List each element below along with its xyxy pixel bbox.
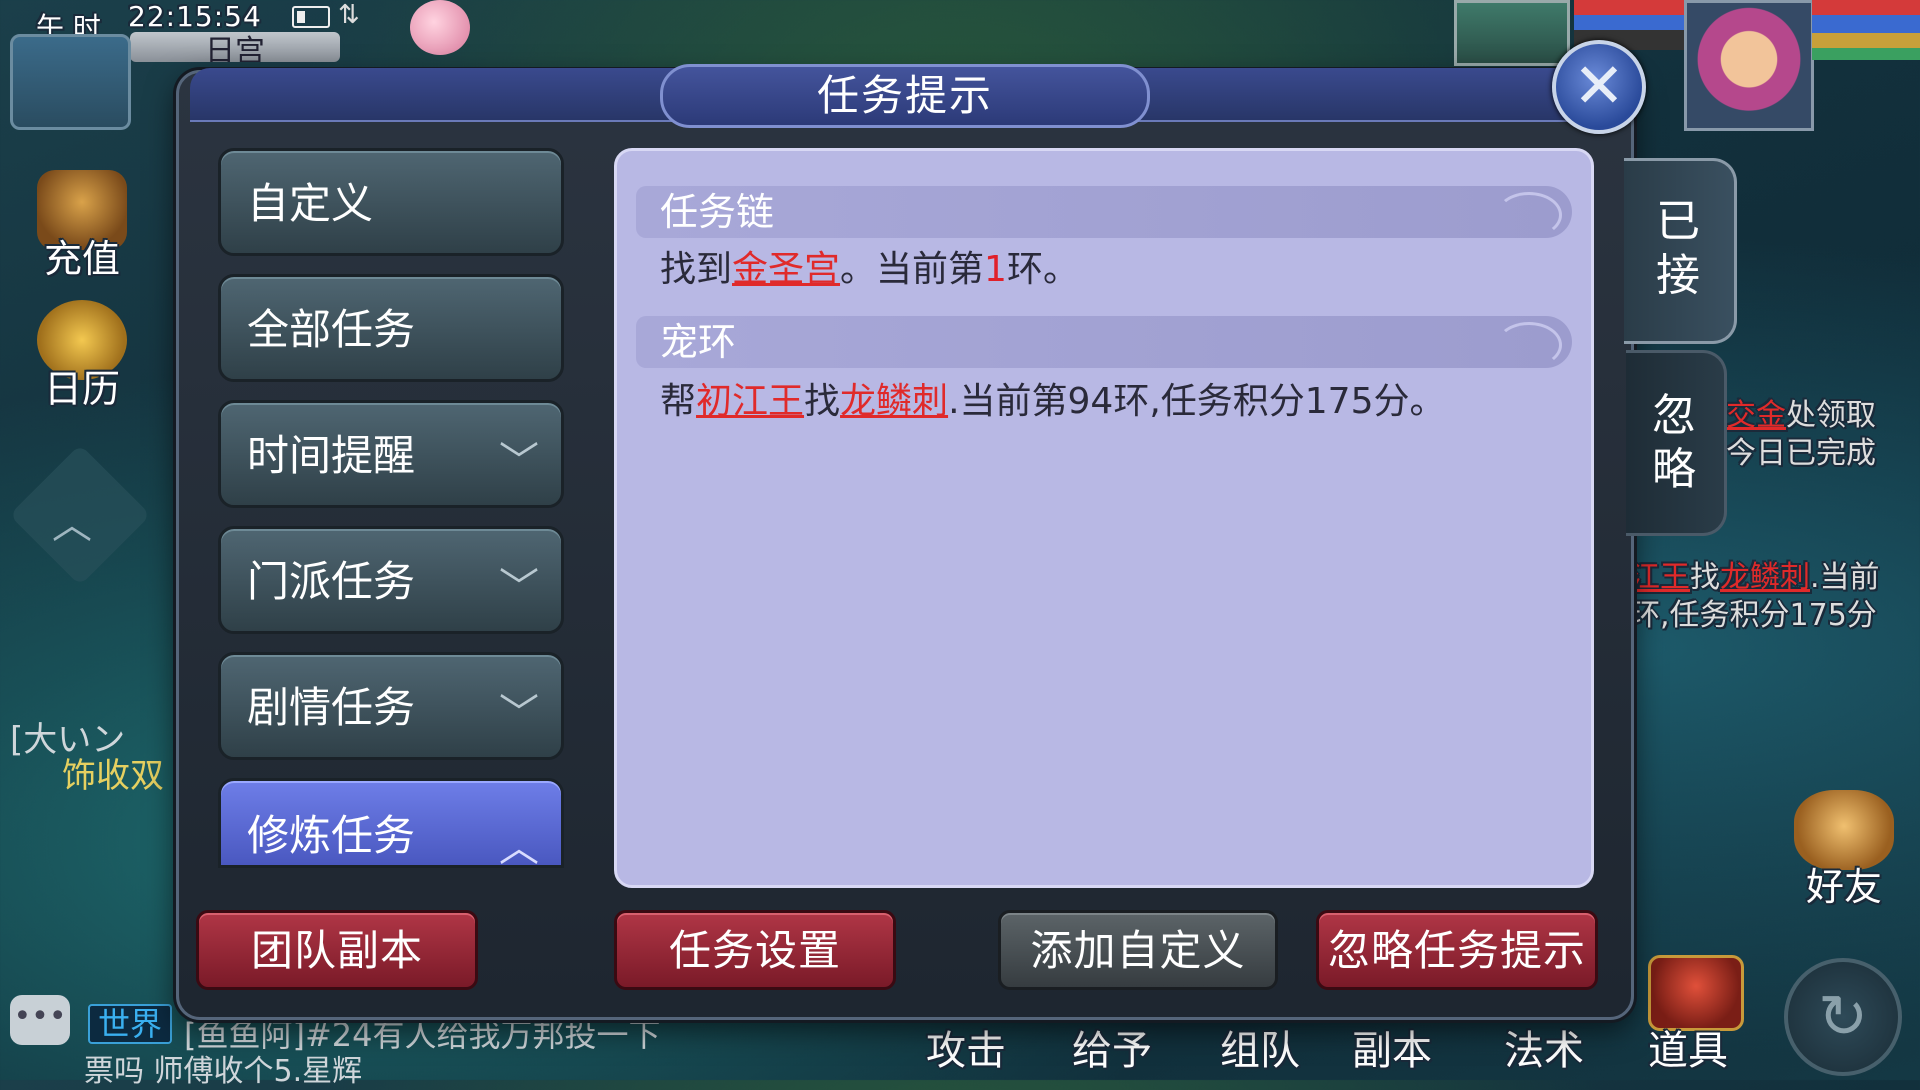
calendar-label: 日历	[43, 367, 120, 411]
dialog-title: 任务提示	[816, 71, 993, 120]
category-label: 自定义	[247, 179, 374, 228]
chevron-down-icon: ﹀	[499, 565, 539, 611]
close-icon: ✕	[1573, 49, 1625, 122]
section-title: 宠环	[660, 320, 737, 364]
add-custom-button[interactable]: 添加自定义	[998, 910, 1278, 990]
minimap-button[interactable]	[10, 34, 131, 130]
category-custom[interactable]: 自定义	[218, 148, 564, 256]
swirl-ornament-icon	[1496, 322, 1562, 368]
item-link[interactable]: 龙鳞刺	[840, 381, 948, 422]
chevron-up-icon: ︿	[52, 502, 92, 548]
section-header: 任务链	[636, 186, 1572, 238]
give-button[interactable]: 给予	[1072, 1018, 1152, 1076]
tab-ignored[interactable]: 忽略	[1626, 350, 1727, 536]
npc-link[interactable]: 初江王	[696, 381, 804, 422]
dialog-title-plate: 任务提示	[660, 64, 1150, 128]
category-label: 修炼任务	[247, 811, 416, 860]
category-all-tasks[interactable]: 全部任务	[218, 274, 564, 382]
task-description: 帮初江王找龙鳞刺.当前第94环,任务积分175分。	[660, 381, 1446, 422]
items-button[interactable]: 道具	[1648, 1018, 1728, 1076]
peach-icon[interactable]	[410, 0, 470, 55]
chat-bubble-icon[interactable]: •••	[10, 995, 70, 1045]
calendar-button[interactable]: 日历	[22, 300, 142, 420]
close-button[interactable]: ✕	[1552, 40, 1646, 134]
tracker-line: 环,任务积分175分	[1630, 598, 1877, 633]
chevron-down-icon: ﹀	[499, 439, 539, 485]
category-label: 全部任务	[247, 305, 416, 354]
chevron-down-icon: ﹀	[499, 691, 539, 737]
category-label: 门派任务	[247, 557, 416, 606]
task-description: 找到金圣宫。当前第1环。	[660, 249, 1079, 290]
category-training-tasks[interactable]: 修炼任务 ︿	[218, 778, 564, 871]
tab-accepted[interactable]: 已接	[1624, 158, 1737, 344]
swirl-ornament-icon	[1496, 192, 1562, 238]
friends-button[interactable]: 好友	[1784, 790, 1904, 920]
category-school-tasks[interactable]: 门派任务 ﹀	[218, 526, 564, 634]
category-time-reminder[interactable]: 时间提醒 ﹀	[218, 400, 564, 508]
ignore-task-tips-button[interactable]: 忽略任务提示	[1316, 910, 1598, 990]
player-status-bars	[1812, 0, 1920, 60]
pet-portrait[interactable]	[1454, 0, 1570, 66]
world-channel-tag[interactable]: 世界	[88, 1004, 172, 1044]
category-story-tasks[interactable]: 剧情任务 ﹀	[218, 652, 564, 760]
section-header: 宠环	[636, 316, 1572, 368]
magic-button[interactable]: 法术	[1504, 1018, 1584, 1076]
recharge-label: 充值	[43, 237, 120, 281]
tracker-line: 今日已完成	[1726, 436, 1876, 471]
team-dungeon-button[interactable]: 团队副本	[196, 910, 478, 990]
world-chat-message: 票吗 师傅收个5.星辉	[84, 1054, 363, 1089]
chat-line: 饰收双	[62, 756, 164, 796]
friends-label: 好友	[1805, 865, 1882, 909]
clock-display: 22:15:54	[128, 0, 262, 33]
attack-button[interactable]: 攻击	[926, 1018, 1006, 1076]
team-button[interactable]: 组队	[1220, 1018, 1300, 1076]
category-label: 时间提醒	[247, 431, 416, 480]
tab-label: 已接	[1656, 196, 1700, 301]
signal-icon: ⇅	[338, 0, 360, 30]
section-title: 任务链	[660, 190, 775, 234]
day-label: 日宫	[130, 32, 340, 62]
chevron-up-icon: ︿	[499, 825, 539, 871]
dungeon-button[interactable]: 副本	[1352, 1018, 1432, 1076]
player-avatar[interactable]	[1684, 0, 1814, 131]
location-link[interactable]: 金圣宫	[732, 249, 840, 290]
battery-icon	[292, 6, 330, 28]
task-settings-button[interactable]: 任务设置	[614, 910, 896, 990]
recharge-button[interactable]: 充值	[22, 170, 142, 290]
tab-label: 忽略	[1652, 390, 1696, 495]
category-label: 剧情任务	[247, 683, 416, 732]
